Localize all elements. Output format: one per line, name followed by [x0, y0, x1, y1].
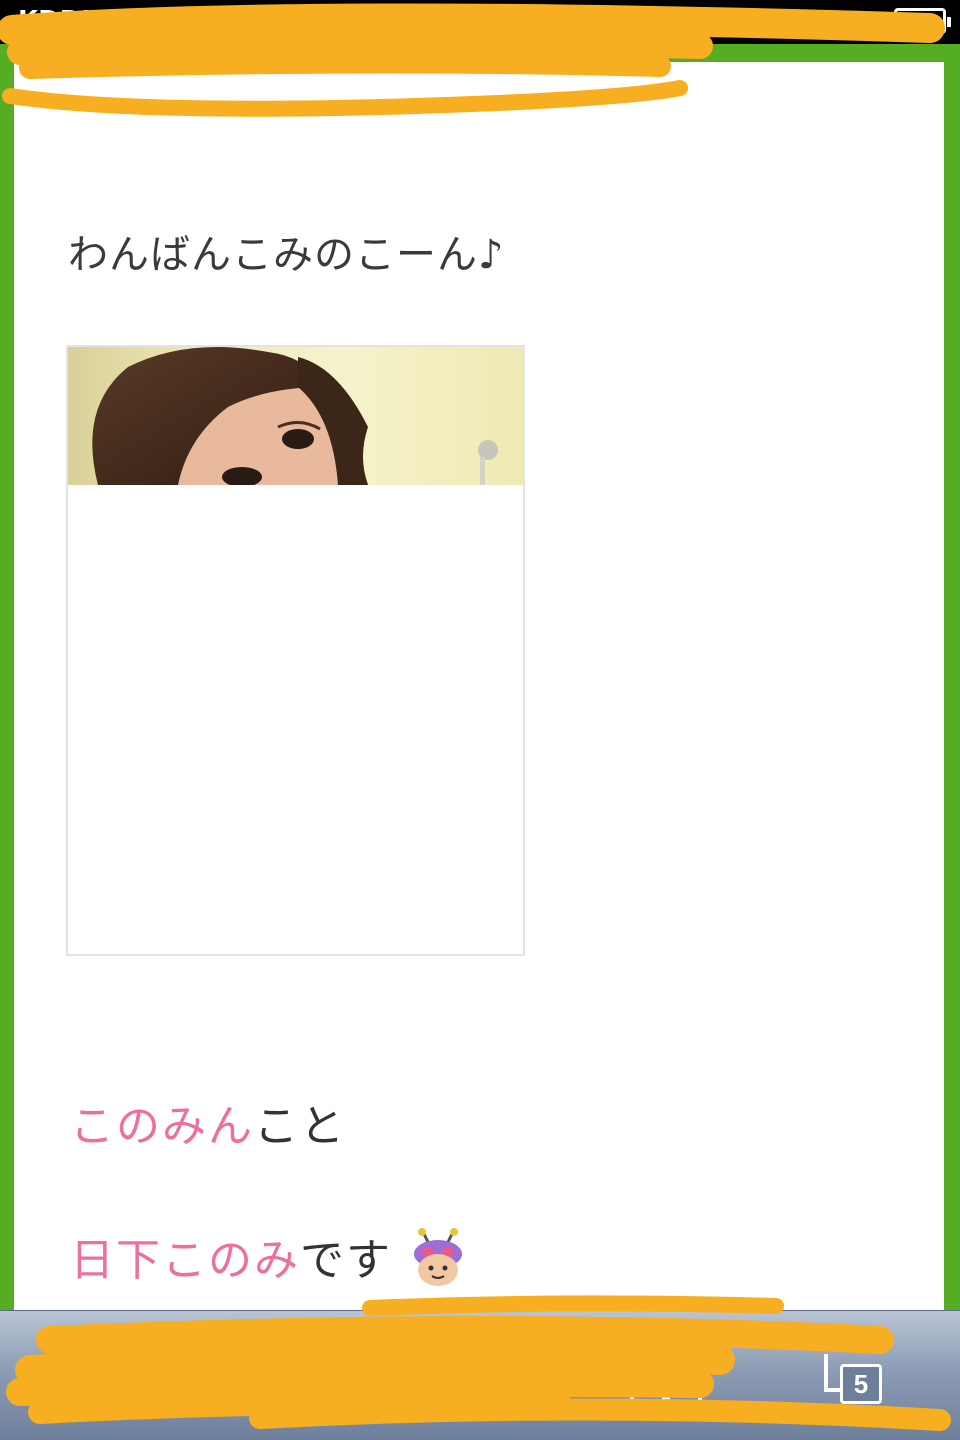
intro-line-2-rest: です — [300, 1235, 392, 1286]
name-highlight: 日下このみ — [70, 1235, 300, 1286]
blog-post-content[interactable]: わんばんこみのこーん♪ このみんこと 日下このみです — [14, 62, 944, 1310]
tab-count-badge[interactable]: 5 — [840, 1364, 882, 1404]
carrier-label: KDDI — [18, 6, 91, 36]
post-photo[interactable] — [66, 345, 525, 956]
battery-icon — [894, 8, 951, 34]
back-arrow-icon[interactable] — [70, 1352, 130, 1412]
intro-line-2: 日下このみです — [70, 1224, 392, 1288]
bookmarks-icon[interactable] — [626, 1354, 706, 1414]
intro-line-1-rest: こと — [254, 1101, 346, 1152]
browser-toolbar — [0, 1310, 960, 1440]
greeting-text: わんばんこみのこーん♪ — [68, 232, 505, 278]
ladybug-emoji-icon — [414, 1228, 462, 1286]
status-bar: KDDI — [0, 0, 960, 44]
intro-line-1: このみんこと — [70, 1090, 346, 1154]
nickname-highlight: このみん — [70, 1101, 254, 1152]
photo-image — [68, 347, 523, 485]
